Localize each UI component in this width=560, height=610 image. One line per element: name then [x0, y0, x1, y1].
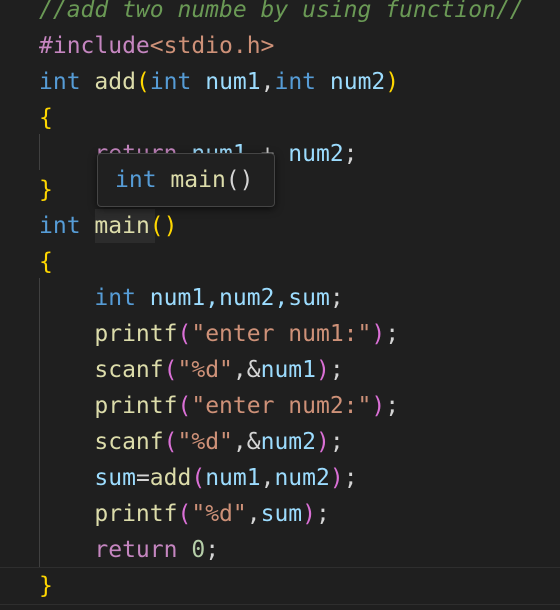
semicolon: ;	[205, 537, 220, 563]
variable-sum: sum	[94, 465, 136, 491]
brace-open: {	[39, 249, 53, 275]
bracket: )	[371, 321, 386, 347]
code-line-10[interactable]: printf("enter num1:");	[39, 316, 399, 352]
bracket: (	[177, 393, 192, 419]
comma: ,	[260, 465, 275, 491]
bracket: (	[163, 357, 178, 383]
keyword-int: int	[115, 167, 157, 193]
function-name-main: main	[170, 167, 226, 193]
hover-tooltip: int main()	[97, 153, 275, 207]
brace-open: {	[39, 105, 53, 131]
code-line-11[interactable]: scanf("%d",&num1);	[39, 352, 344, 388]
semicolon: ;	[329, 285, 344, 311]
semicolon: ;	[385, 393, 400, 419]
argument-num1: num1	[205, 465, 261, 491]
bracket: (	[177, 321, 192, 347]
code-line-15[interactable]: printf("%d",sum);	[39, 496, 330, 532]
param-num1: num1	[205, 69, 261, 95]
function-call-add: add	[149, 465, 192, 491]
function-call-printf: printf	[94, 321, 178, 347]
variable-sum: sum	[260, 501, 303, 527]
semicolon: ;	[343, 465, 358, 491]
function-call-scanf: scanf	[94, 357, 164, 383]
number-literal: 0	[191, 537, 206, 563]
function-call-printf: printf	[94, 393, 178, 419]
code-line-14[interactable]: sum=add(num1,num2);	[39, 460, 358, 496]
keyword-int: int	[274, 69, 317, 95]
code-line-17[interactable]: }	[39, 568, 53, 604]
keyword-int: int	[94, 285, 136, 311]
bracket: )	[302, 501, 316, 527]
bracket: (	[191, 465, 206, 491]
semicolon: ;	[329, 357, 344, 383]
semicolon: ;	[329, 429, 344, 455]
code-line-13[interactable]: scanf("%d",&num2);	[39, 424, 344, 460]
code-line-9[interactable]: int num1,num2,sum;	[39, 280, 344, 316]
string-literal: "enter num2:"	[191, 393, 372, 419]
include-header: <stdio.h>	[149, 33, 275, 59]
brace-close: }	[39, 177, 53, 203]
comma: ,	[246, 501, 261, 527]
function-call-scanf: scanf	[94, 429, 164, 455]
argument-num2: num2	[274, 465, 330, 491]
code-line-6[interactable]: }	[39, 172, 53, 208]
code-line-7[interactable]: int main()	[39, 208, 178, 244]
parens: ()	[225, 167, 254, 193]
address-of: ,&	[232, 357, 261, 383]
keyword-return: return	[94, 537, 178, 563]
variable-num2: num2	[288, 141, 344, 167]
code-editor[interactable]: //add two numbe by using function// #inc…	[0, 0, 560, 610]
include-directive: #include	[39, 33, 150, 59]
declaration-list: num1,num2,sum	[149, 285, 330, 311]
code-line-12[interactable]: printf("enter num2:");	[39, 388, 399, 424]
code-line-2[interactable]: #include<stdio.h>	[39, 28, 274, 64]
bracket: )	[329, 465, 344, 491]
string-literal: "%d"	[191, 501, 247, 527]
code-line-1[interactable]: //add two numbe by using function//	[39, 0, 524, 28]
semicolon: ;	[316, 501, 330, 527]
code-line-4[interactable]: {	[39, 100, 53, 136]
string-literal: "enter num1:"	[191, 321, 372, 347]
bracket: )	[315, 429, 330, 455]
keyword-int: int	[39, 69, 81, 95]
keyword-int: int	[39, 213, 81, 239]
bracket: )	[371, 393, 386, 419]
variable-num2: num2	[260, 429, 316, 455]
code-line-3[interactable]: int add(int num1,int num2)	[39, 64, 399, 100]
bracket: ()	[149, 213, 178, 239]
function-call-printf: printf	[94, 501, 178, 527]
current-line-highlight	[0, 567, 560, 605]
code-line-16[interactable]: return 0;	[39, 532, 219, 568]
bracket: (	[135, 69, 150, 95]
string-literal: "%d"	[177, 357, 233, 383]
code-line-8[interactable]: {	[39, 244, 53, 280]
hover-signature: int main()	[115, 162, 254, 198]
param-num2: num2	[329, 69, 386, 95]
string-literal: "%d"	[177, 429, 233, 455]
keyword-int: int	[149, 69, 192, 95]
variable-num1: num1	[260, 357, 316, 383]
semicolon: ;	[385, 321, 400, 347]
bracket: )	[385, 69, 400, 95]
bracket: (	[177, 501, 192, 527]
address-of: ,&	[232, 429, 261, 455]
function-name-main: main	[94, 213, 150, 239]
function-name-add: add	[94, 69, 136, 95]
bracket: (	[163, 429, 178, 455]
comment: //add two numbe by using function//	[39, 0, 524, 23]
semicolon: ;	[343, 141, 358, 167]
brace-close: }	[39, 573, 53, 599]
comma: ,	[260, 69, 275, 95]
operator-assign: =	[135, 465, 150, 491]
bracket: )	[315, 357, 330, 383]
